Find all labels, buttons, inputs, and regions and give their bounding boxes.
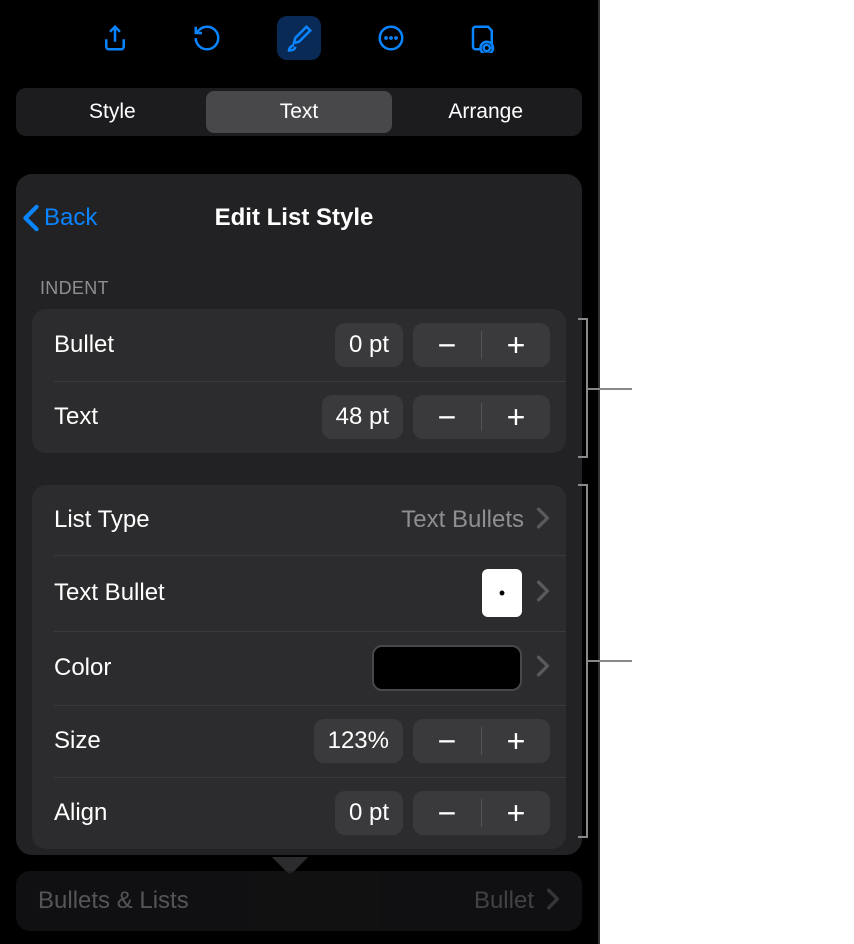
segmented-control: Style Text Arrange <box>16 88 582 136</box>
row-text-bullet[interactable]: Text Bullet • <box>32 555 566 631</box>
row-size: Size 123% − + <box>32 705 566 777</box>
align-decrement[interactable]: − <box>413 791 481 835</box>
size-label: Size <box>54 727 314 755</box>
size-increment[interactable]: + <box>482 719 550 763</box>
share-icon[interactable] <box>93 16 137 60</box>
section-header-indent: INDENT <box>16 256 582 309</box>
segmented-control-wrap: Style Text Arrange <box>0 76 598 144</box>
callout-line-1 <box>588 388 632 390</box>
callout-line-2 <box>588 660 632 662</box>
list-type-value: Text Bullets <box>401 506 524 534</box>
row-color[interactable]: Color <box>32 631 566 705</box>
toolbar <box>0 0 598 76</box>
edit-list-style-panel: Back Edit List Style INDENT Bullet 0 pt … <box>16 174 582 855</box>
row-indent-text: Text 48 pt − + <box>32 381 566 453</box>
bullets-lists-label: Bullets & Lists <box>38 887 474 915</box>
color-label: Color <box>54 654 372 682</box>
chevron-right-icon <box>536 655 550 682</box>
panel-title: Edit List Style <box>26 204 562 232</box>
indent-text-increment[interactable]: + <box>482 395 550 439</box>
indent-bullet-label: Bullet <box>54 331 335 359</box>
tab-text[interactable]: Text <box>206 91 393 133</box>
tab-arrange[interactable]: Arrange <box>392 91 579 133</box>
size-value[interactable]: 123% <box>314 719 403 763</box>
undo-icon[interactable] <box>185 16 229 60</box>
color-swatch <box>372 645 522 691</box>
row-bullets-lists[interactable]: Bullets & Lists Bullet <box>16 871 582 931</box>
callout-bracket-2 <box>578 484 588 838</box>
bullets-lists-value: Bullet <box>474 887 534 915</box>
indent-bullet-stepper: − + <box>413 323 550 367</box>
row-indent-bullet: Bullet 0 pt − + <box>32 309 566 381</box>
size-stepper: − + <box>413 719 550 763</box>
indent-group: Bullet 0 pt − + Text 48 pt − + <box>32 309 566 453</box>
align-value[interactable]: 0 pt <box>335 791 403 835</box>
chevron-right-icon <box>536 580 550 607</box>
panel-header: Back Edit List Style <box>16 174 582 256</box>
chevron-right-icon <box>546 888 560 915</box>
indent-bullet-decrement[interactable]: − <box>413 323 481 367</box>
chevron-right-icon <box>536 507 550 534</box>
row-list-type[interactable]: List Type Text Bullets <box>32 485 566 555</box>
row-align: Align 0 pt − + <box>32 777 566 849</box>
align-stepper: − + <box>413 791 550 835</box>
text-bullet-swatch: • <box>482 569 522 617</box>
more-icon[interactable] <box>369 16 413 60</box>
indent-text-decrement[interactable]: − <box>413 395 481 439</box>
style-group: List Type Text Bullets Text Bullet • Col… <box>32 485 566 849</box>
callout-bracket-1 <box>578 318 588 458</box>
indent-bullet-increment[interactable]: + <box>482 323 550 367</box>
indent-text-label: Text <box>54 403 322 431</box>
indent-text-value[interactable]: 48 pt <box>322 395 403 439</box>
indent-bullet-value[interactable]: 0 pt <box>335 323 403 367</box>
back-label: Back <box>44 204 97 232</box>
align-label: Align <box>54 799 335 827</box>
format-brush-icon[interactable] <box>277 16 321 60</box>
align-increment[interactable]: + <box>482 791 550 835</box>
size-decrement[interactable]: − <box>413 719 481 763</box>
tab-style[interactable]: Style <box>19 91 206 133</box>
indent-text-stepper: − + <box>413 395 550 439</box>
back-button[interactable]: Back <box>22 204 97 232</box>
list-type-label: List Type <box>54 506 401 534</box>
document-settings-icon[interactable] <box>461 16 505 60</box>
text-bullet-label: Text Bullet <box>54 579 482 607</box>
